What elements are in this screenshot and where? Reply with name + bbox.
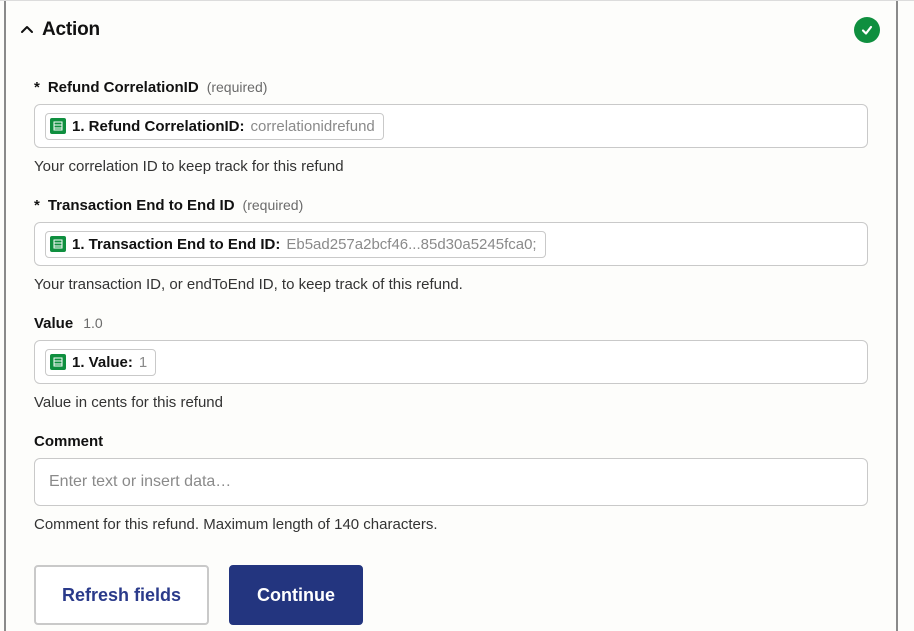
field-refund-correlation-id: * Refund CorrelationID required 1. Refun… (34, 79, 868, 175)
data-pill[interactable]: 1. Value: 1 (45, 349, 156, 376)
panel-header: Action (6, 1, 896, 49)
value-input[interactable]: 1. Value: 1 (34, 340, 868, 384)
required-tag: required (243, 197, 304, 213)
field-label: Value (34, 315, 73, 332)
pill-key: 1. Value: (72, 354, 133, 371)
refund-correlation-id-input[interactable]: 1. Refund CorrelationID: correlationidre… (34, 104, 868, 148)
field-label: Comment (34, 433, 103, 450)
spreadsheet-icon (50, 354, 66, 370)
required-tag: required (207, 79, 268, 95)
field-help: Comment for this refund. Maximum length … (34, 516, 868, 533)
refresh-fields-button[interactable]: Refresh fields (34, 565, 209, 625)
data-pill[interactable]: 1. Refund CorrelationID: correlationidre… (45, 113, 384, 140)
field-help: Value in cents for this refund (34, 394, 868, 411)
button-row: Refresh fields Continue (34, 565, 868, 625)
action-panel: Action * Refund CorrelationID required (4, 1, 898, 631)
data-pill[interactable]: 1. Transaction End to End ID: Eb5ad257a2… (45, 231, 546, 258)
panel-title: Action (42, 19, 100, 41)
required-asterisk: * (34, 79, 40, 96)
pill-key: 1. Refund CorrelationID: (72, 118, 245, 135)
transaction-id-input[interactable]: 1. Transaction End to End ID: Eb5ad257a2… (34, 222, 868, 266)
field-help: Your correlation ID to keep track for th… (34, 158, 868, 175)
status-ok-icon (854, 17, 880, 43)
pill-key: 1. Transaction End to End ID: (72, 236, 280, 253)
field-label: Refund CorrelationID (48, 79, 199, 96)
field-transaction-id: * Transaction End to End ID required 1. … (34, 197, 868, 293)
spreadsheet-icon (50, 118, 66, 134)
form-area: * Refund CorrelationID required 1. Refun… (6, 49, 896, 625)
collapse-icon[interactable] (18, 21, 36, 39)
field-label: Transaction End to End ID (48, 197, 235, 214)
pill-value: correlationidrefund (251, 118, 375, 135)
field-value: Value 1.0 1. Value: 1 Value in cents for… (34, 315, 868, 411)
continue-button[interactable]: Continue (229, 565, 363, 625)
spreadsheet-icon (50, 236, 66, 252)
pill-value: Eb5ad257a2bcf46...85d30a5245fca0; (286, 236, 536, 253)
required-asterisk: * (34, 197, 40, 214)
field-comment: Comment Comment for this refund. Maximum… (34, 433, 868, 533)
pill-value: 1 (139, 354, 147, 371)
field-hint: 1.0 (83, 315, 102, 331)
comment-input[interactable] (34, 458, 868, 506)
field-help: Your transaction ID, or endToEnd ID, to … (34, 276, 868, 293)
